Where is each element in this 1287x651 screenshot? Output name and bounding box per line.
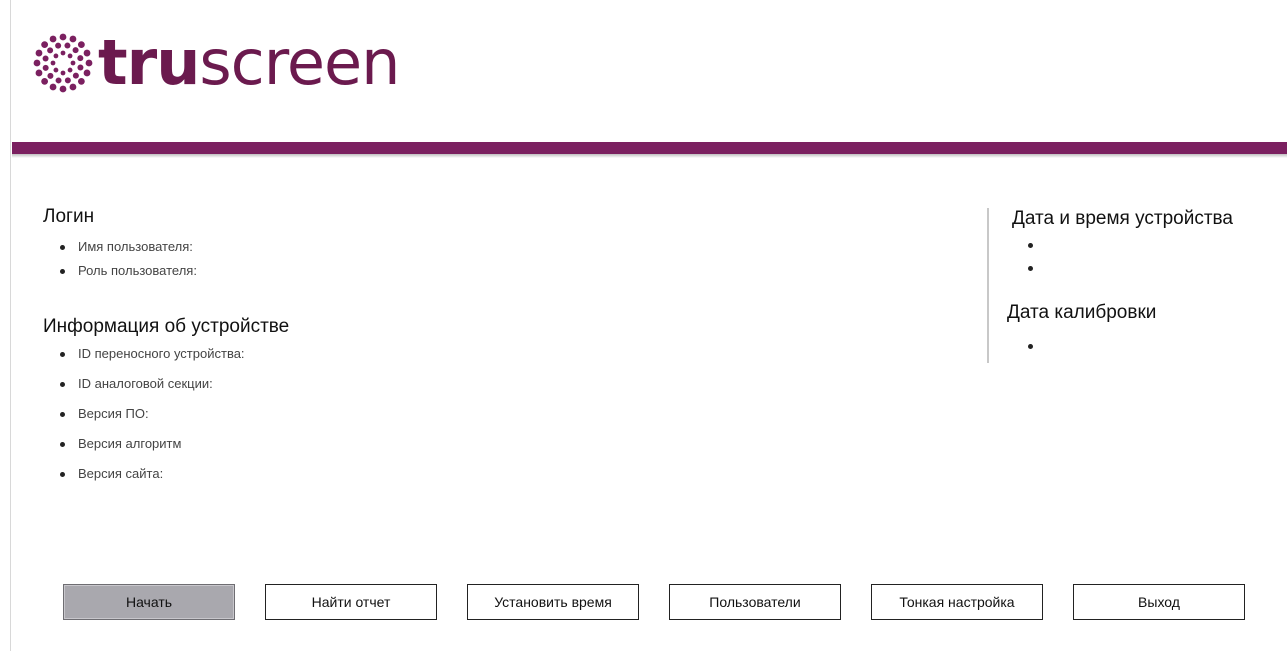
logo-dot bbox=[72, 72, 79, 79]
logo-dot bbox=[77, 55, 84, 62]
logo-dot bbox=[47, 72, 54, 79]
logo-dot bbox=[67, 67, 73, 73]
calibration-title: Дата калибровки bbox=[1007, 302, 1157, 323]
logo-dot bbox=[42, 55, 49, 62]
logo-dot bbox=[35, 49, 43, 57]
logo-dot bbox=[41, 41, 49, 49]
logo-dot bbox=[33, 59, 41, 67]
login-title: Логин bbox=[43, 206, 95, 227]
logo-dot bbox=[70, 60, 76, 66]
logo-text: truscreen bbox=[98, 32, 400, 94]
logo-dot bbox=[77, 64, 84, 71]
algorithm-version-item: Версия алгоритм bbox=[58, 436, 245, 466]
logo-dot bbox=[77, 77, 85, 85]
device-date-bullet bbox=[1028, 243, 1033, 248]
logo-dot bbox=[59, 85, 67, 93]
device-info-title: Информация об устройстве bbox=[43, 316, 290, 337]
logo-dot bbox=[64, 77, 71, 84]
logo-dot bbox=[64, 42, 71, 49]
logo-dot bbox=[55, 42, 62, 49]
truscreen-logo: truscreen bbox=[32, 28, 400, 98]
find-report-button[interactable]: Найти отчет bbox=[265, 584, 437, 620]
logo-dot bbox=[72, 47, 79, 54]
user-role-item: Роль пользователя: bbox=[58, 263, 197, 287]
logo-dot bbox=[60, 70, 66, 76]
logo-dot bbox=[69, 35, 77, 43]
logo-dot bbox=[53, 67, 59, 73]
set-time-button[interactable]: Установить время bbox=[467, 584, 639, 620]
right-column-divider bbox=[987, 208, 989, 363]
logo-dot bbox=[49, 35, 57, 43]
site-version-item: Версия сайта: bbox=[58, 466, 245, 496]
fine-tuning-button[interactable]: Тонкая настройка bbox=[871, 584, 1043, 620]
users-button[interactable]: Пользователи bbox=[669, 584, 841, 620]
logo-dot bbox=[35, 69, 43, 77]
start-button[interactable]: Начать bbox=[63, 584, 235, 620]
logo-dot bbox=[69, 83, 77, 91]
login-list: Имя пользователя: Роль пользователя: bbox=[58, 239, 197, 287]
handheld-id-item: ID переносного устройства: bbox=[58, 346, 245, 376]
logo-dot bbox=[60, 50, 66, 56]
brand-bar bbox=[12, 142, 1287, 154]
logo-dots-icon bbox=[33, 33, 93, 93]
main-screen: truscreen Логин Имя пользователя: Роль п… bbox=[0, 0, 1287, 651]
device-datetime-title: Дата и время устройства bbox=[1012, 208, 1233, 229]
logo-text-thin: screen bbox=[199, 26, 400, 99]
exit-button[interactable]: Выход bbox=[1073, 584, 1245, 620]
logo-dot bbox=[59, 33, 67, 41]
logo-dot bbox=[85, 59, 93, 67]
analog-section-id-item: ID аналоговой секции: bbox=[58, 376, 245, 406]
logo-dot bbox=[55, 77, 62, 84]
logo-dot bbox=[42, 64, 49, 71]
logo-dot bbox=[77, 41, 85, 49]
logo-dot bbox=[41, 77, 49, 85]
brand-bar-shadow bbox=[12, 154, 1287, 158]
username-item: Имя пользователя: bbox=[58, 239, 197, 263]
logo-dot bbox=[67, 53, 73, 59]
logo-dot bbox=[83, 69, 91, 77]
logo-dot bbox=[83, 49, 91, 57]
logo-dot bbox=[49, 83, 57, 91]
calibration-date-bullet bbox=[1028, 344, 1033, 349]
logo-dot bbox=[50, 60, 56, 66]
device-info-list: ID переносного устройства: ID аналоговой… bbox=[58, 346, 245, 496]
logo-dot bbox=[47, 47, 54, 54]
logo-dot bbox=[53, 53, 59, 59]
logo-text-bold: tru bbox=[98, 26, 200, 99]
device-time-bullet bbox=[1028, 266, 1033, 271]
software-version-item: Версия ПО: bbox=[58, 406, 245, 436]
header: truscreen bbox=[0, 0, 1287, 140]
